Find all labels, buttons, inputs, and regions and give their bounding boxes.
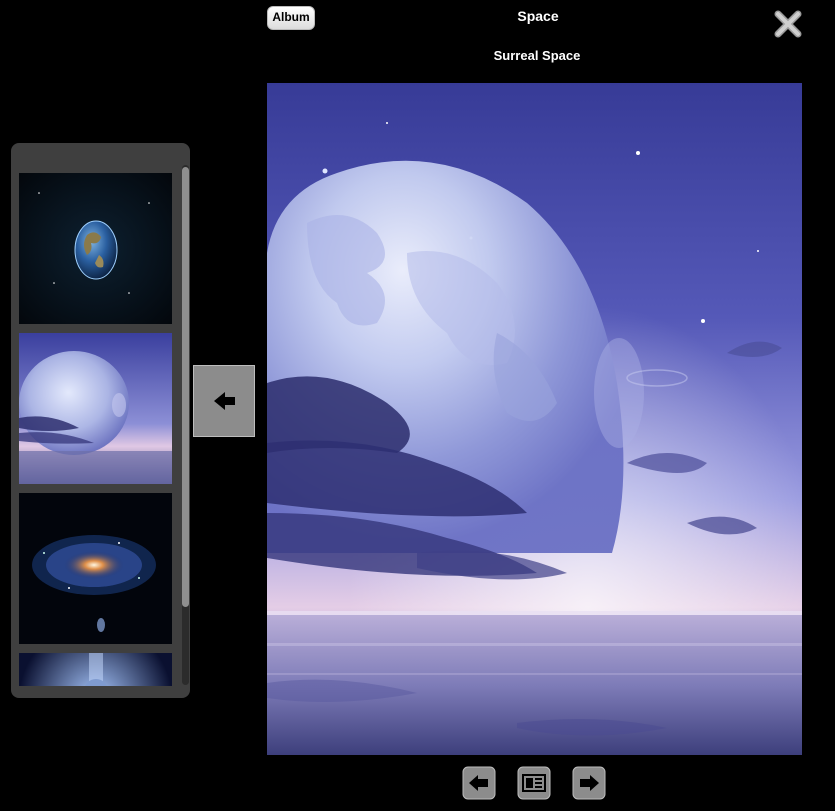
thumbnail-galaxy-image <box>19 493 172 644</box>
thumbnail-surreal-space[interactable] <box>19 333 172 484</box>
album-button[interactable]: Album <box>267 6 315 30</box>
scrollbar-thumb[interactable] <box>182 167 189 607</box>
next-photo-button[interactable] <box>572 766 606 800</box>
main-photo-image <box>267 83 802 755</box>
previous-photo-button[interactable] <box>462 766 496 800</box>
thumbnail-galaxy[interactable] <box>19 493 172 644</box>
slideshow-icon <box>517 766 551 800</box>
thumbnail-scrollbar[interactable] <box>182 165 189 685</box>
arrow-left-icon <box>214 392 235 410</box>
thumbnail-panel <box>11 143 190 698</box>
collapse-panel-button[interactable] <box>193 365 255 437</box>
close-button[interactable] <box>772 8 804 40</box>
thumbnail-earth-image <box>19 173 172 324</box>
main-photo[interactable] <box>267 83 802 755</box>
thumbnail-planet-glow[interactable] <box>19 653 172 686</box>
thumbnail-planet-glow-image <box>19 653 172 686</box>
thumbnail-strip <box>19 173 172 686</box>
close-icon <box>774 10 802 38</box>
thumbnail-surreal-space-image <box>19 333 172 484</box>
prev-arrow-icon <box>462 766 496 800</box>
photo-title: Surreal Space <box>493 48 581 63</box>
slideshow-button[interactable] <box>517 766 551 800</box>
thumbnail-earth[interactable] <box>19 173 172 324</box>
album-title: Space <box>517 8 559 24</box>
next-arrow-icon <box>572 766 606 800</box>
